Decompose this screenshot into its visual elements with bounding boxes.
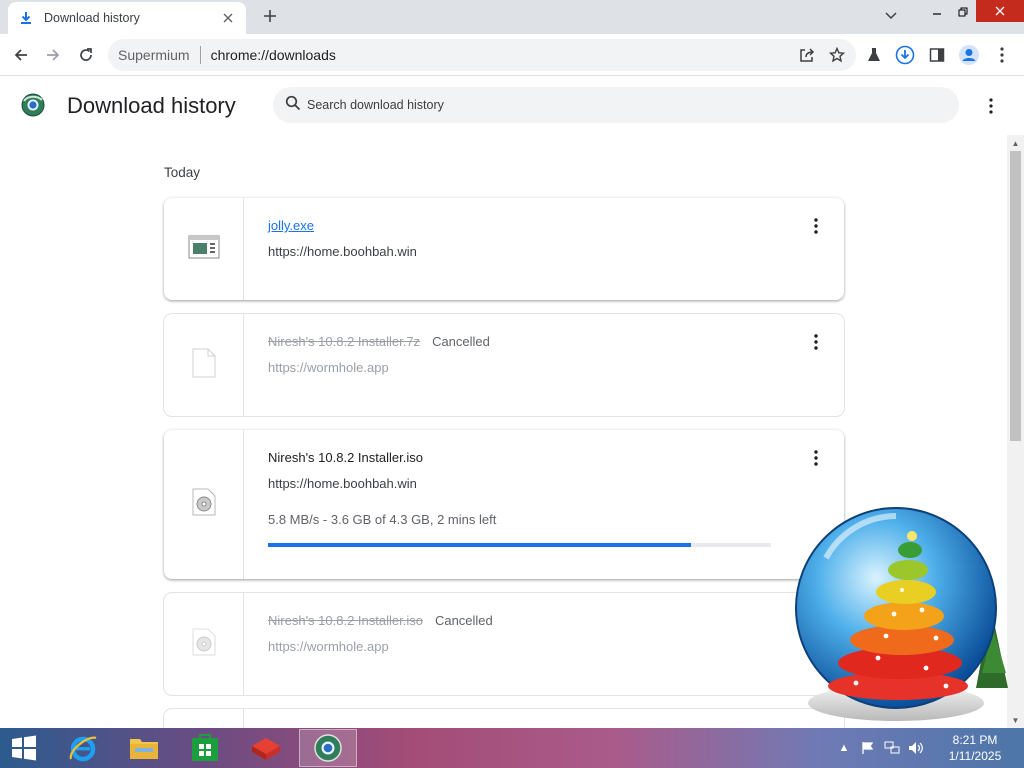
executable-file-icon xyxy=(188,234,220,265)
back-button[interactable] xyxy=(8,42,34,68)
search-box[interactable] xyxy=(273,87,959,123)
windows-taskbar: ▲ 8:21 PM 1/11/2025 xyxy=(0,728,1024,768)
reload-button[interactable] xyxy=(73,42,99,68)
share-icon[interactable] xyxy=(796,44,818,66)
store-icon[interactable] xyxy=(176,729,234,767)
file-name-cancelled: Niresh's 10.8.2 Installer.7z Cancelled xyxy=(268,334,490,349)
source-url[interactable]: https://home.boohbah.win xyxy=(268,476,417,491)
restore-button[interactable] xyxy=(950,0,976,24)
supermium-logo-icon xyxy=(21,93,45,117)
clock-time: 8:21 PM xyxy=(952,733,998,747)
download-item: Niresh's 10.8.2 Installer.iso Cancelled h… xyxy=(164,593,844,695)
url-text[interactable]: chrome://downloads xyxy=(211,47,856,63)
tab-strip: Download history xyxy=(0,0,1024,34)
forward-button[interactable] xyxy=(40,42,66,68)
file-icon-column xyxy=(164,314,244,416)
scroll-up-arrow-icon[interactable]: ▲ xyxy=(1007,137,1024,149)
blank-file-icon xyxy=(192,348,216,383)
minimize-button[interactable] xyxy=(924,0,950,24)
file-icon-column xyxy=(164,430,244,579)
file-name-text: Niresh's 10.8.2 Installer.iso xyxy=(268,613,423,628)
page-title: Download history xyxy=(67,93,236,118)
clock-date: 1/11/2025 xyxy=(948,749,1002,763)
file-name-text: Niresh's 10.8.2 Installer.iso xyxy=(268,450,423,465)
file-name-cancelled: Niresh's 10.8.2 Installer.iso Cancelled xyxy=(268,613,493,628)
item-more-icon[interactable] xyxy=(806,448,826,468)
item-more-icon[interactable] xyxy=(806,216,826,236)
start-button[interactable] xyxy=(0,729,48,767)
browser-chip: Supermium xyxy=(118,47,190,63)
page-scrollbar[interactable]: ▲ ▼ xyxy=(1007,135,1024,728)
download-item: Niresh's 10.8.2 Installer.7z Cancelled ht… xyxy=(164,314,844,416)
file-name-link[interactable]: jolly.exe xyxy=(268,218,314,233)
system-tray: ▲ 8:21 PM 1/11/2025 xyxy=(832,728,1024,768)
address-bar[interactable]: Supermium chrome://downloads xyxy=(108,39,856,71)
status-text: Cancelled xyxy=(432,334,490,349)
action-center-flag-icon[interactable] xyxy=(857,737,879,759)
file-icon-column xyxy=(164,593,244,695)
download-item: Niresh's 10.8.2 Installer.iso https://ho… xyxy=(164,430,844,579)
profile-avatar-icon[interactable] xyxy=(957,43,981,67)
labs-flask-icon[interactable] xyxy=(862,43,886,67)
downloads-more-icon[interactable] xyxy=(980,95,1002,117)
search-input[interactable] xyxy=(307,98,907,112)
download-icon xyxy=(18,10,34,26)
app-red-icon[interactable] xyxy=(237,729,295,767)
downloads-toolbar-icon[interactable] xyxy=(893,43,917,67)
volume-icon[interactable] xyxy=(905,737,927,759)
item-more-icon[interactable] xyxy=(806,332,826,352)
side-panel-icon[interactable] xyxy=(925,43,949,67)
file-icon-column xyxy=(164,198,244,300)
source-url[interactable]: https://wormhole.app xyxy=(268,639,389,654)
browser-menu-icon[interactable] xyxy=(990,43,1014,67)
disc-image-icon xyxy=(192,628,216,661)
show-hidden-icons-chevron-icon[interactable]: ▲ xyxy=(833,737,855,759)
window-close-button[interactable] xyxy=(976,0,1024,22)
taskbar-clock[interactable]: 8:21 PM 1/11/2025 xyxy=(934,732,1016,764)
omnibox-divider xyxy=(199,46,201,64)
omnibox-actions xyxy=(796,44,848,66)
tab-close-icon[interactable] xyxy=(220,10,236,26)
tab-download-history[interactable]: Download history xyxy=(8,2,246,34)
file-explorer-icon[interactable] xyxy=(115,729,173,767)
status-text: Cancelled xyxy=(434,613,493,628)
tab-title: Download history xyxy=(44,11,140,25)
download-item: jolly.exe https://home.boohbah.win xyxy=(164,198,844,300)
disc-image-icon xyxy=(192,488,216,521)
bookmark-star-icon[interactable] xyxy=(826,44,848,66)
progress-bar xyxy=(268,543,771,547)
source-url[interactable]: https://home.boohbah.win xyxy=(268,244,417,259)
tab-search-chevron-icon[interactable] xyxy=(878,4,904,28)
source-url[interactable]: https://wormhole.app xyxy=(268,360,389,375)
browser-toolbar: Supermium chrome://downloads xyxy=(0,34,1024,76)
new-tab-button[interactable] xyxy=(258,4,282,28)
progress-fill xyxy=(268,543,691,547)
scroll-down-arrow-icon[interactable]: ▼ xyxy=(1007,714,1024,726)
internet-explorer-icon[interactable] xyxy=(54,729,112,767)
file-name-text: Niresh's 10.8.2 Installer.7z xyxy=(268,334,421,349)
progress-text: 5.8 MB/s - 3.6 GB of 4.3 GB, 2 mins left xyxy=(268,512,497,527)
scroll-thumb[interactable] xyxy=(1010,151,1021,441)
network-icon[interactable] xyxy=(881,737,903,759)
supermium-browser-icon[interactable] xyxy=(299,729,357,767)
search-icon xyxy=(285,95,301,116)
date-group-header: Today xyxy=(164,165,201,180)
downloads-header: Download history xyxy=(0,77,1024,135)
